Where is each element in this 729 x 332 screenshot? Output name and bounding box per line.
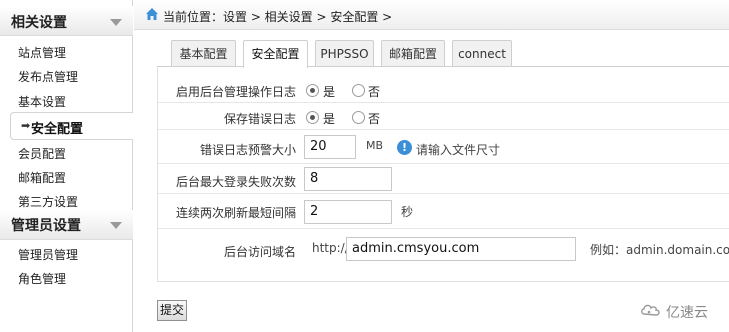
sidebar-item-publish-point[interactable]: 发布点管理	[18, 68, 78, 85]
breadcrumb: 当前位置：设置 > 相关设置 > 安全配置 >	[134, 0, 729, 30]
sidebar-item-label: 安全配置	[31, 122, 84, 137]
sidebar-item-third-party[interactable]: 第三方设置	[18, 193, 78, 210]
errorlog-size-hint: 请输入文件尺寸	[416, 143, 501, 157]
min-refresh-unit: 秒	[401, 205, 414, 219]
sidebar-item-site-management[interactable]: 站点管理	[18, 44, 66, 61]
sidebar-item-admin-management[interactable]: 管理员管理	[18, 246, 78, 263]
error-log-no-radio[interactable]	[352, 111, 365, 124]
error-log-yes-label[interactable]: 是	[323, 110, 335, 127]
form-row-max-login-fail: 后台最大登录失败次数 8	[158, 164, 729, 194]
section-title: 相关设置	[11, 15, 67, 31]
sidebar: 相关设置 站点管理 发布点管理 基本设置 ➡ 安全配置 会员配置 邮箱配置 第三…	[0, 0, 133, 332]
admin-domain-prefix: http://	[312, 241, 349, 255]
errorlog-size-label: 错误日志预警大小	[199, 143, 296, 157]
tab-basic-config[interactable]: 基本配置	[171, 40, 236, 67]
collapse-arrow-icon[interactable]	[110, 222, 122, 229]
min-refresh-label: 连续两次刷新最短间隔	[175, 206, 296, 220]
sidebar-item-basic-settings[interactable]: 基本设置	[18, 93, 66, 110]
sidebar-item-role-management[interactable]: 角色管理	[18, 270, 66, 287]
admin-log-no-label[interactable]: 否	[368, 83, 380, 100]
error-log-yes-radio[interactable]	[306, 111, 319, 124]
admin-log-no-radio[interactable]	[352, 84, 365, 97]
tab-security-config[interactable]: 安全配置	[243, 40, 308, 68]
error-log-label: 保存错误日志	[223, 112, 296, 126]
admin-log-label: 启用后台管理操作日志	[175, 85, 296, 99]
errorlog-size-input[interactable]: 20	[304, 135, 356, 159]
sidebar-item-security-config[interactable]: ➡ 安全配置	[10, 112, 133, 140]
admin-domain-example: 例如：admin.domain.com	[590, 243, 729, 257]
tab-mail-config[interactable]: 邮箱配置	[381, 40, 445, 67]
form-row-errorlog-size: 错误日志预警大小 20 MB ! 请输入文件尺寸	[158, 130, 729, 164]
form-row-admin-domain: 后台访问域名 http:// admin.cmsyou.com 例如：admin…	[158, 229, 729, 269]
max-login-fail-input[interactable]: 8	[304, 167, 392, 191]
security-config-form: 启用后台管理操作日志 是 否 保存错误日志 是 否 错误日志预警大小 20 MB…	[157, 66, 729, 282]
active-arrow-icon: ➡	[21, 119, 31, 132]
max-login-fail-label: 后台最大登录失败次数	[175, 175, 296, 189]
tab-bar: 基本配置 安全配置 PHPSSO 邮箱配置 connect	[134, 30, 729, 68]
collapse-arrow-icon[interactable]	[110, 19, 122, 26]
watermark-text: 亿速云	[666, 305, 708, 321]
error-log-no-label[interactable]: 否	[368, 110, 380, 127]
submit-button[interactable]: 提交	[157, 300, 187, 321]
cloud-logo-icon	[641, 304, 660, 316]
admin-domain-label: 后台访问域名	[223, 245, 296, 259]
section-header-admin-settings[interactable]: 管理员设置	[0, 210, 133, 240]
min-refresh-input[interactable]: 2	[304, 200, 392, 224]
home-icon	[146, 8, 158, 20]
section-header-related-settings[interactable]: 相关设置	[0, 6, 133, 36]
sidebar-item-mail-config[interactable]: 邮箱配置	[18, 169, 66, 186]
admin-log-yes-radio[interactable]	[306, 84, 319, 97]
section-title: 管理员设置	[11, 218, 81, 234]
errorlog-size-unit: MB	[366, 139, 384, 152]
form-row-min-refresh: 连续两次刷新最短间隔 2 秒	[158, 194, 729, 229]
info-icon: !	[397, 140, 412, 155]
tab-connect[interactable]: connect	[452, 40, 512, 67]
watermark: 亿速云	[640, 300, 729, 322]
form-row-error-log: 保存错误日志 是 否	[158, 103, 729, 130]
admin-log-yes-label[interactable]: 是	[323, 83, 335, 100]
breadcrumb-text: 当前位置：设置 > 相关设置 > 安全配置 >	[163, 10, 393, 24]
tab-phpsso[interactable]: PHPSSO	[315, 40, 374, 67]
admin-domain-input[interactable]: admin.cmsyou.com	[346, 237, 576, 261]
sidebar-item-member-config[interactable]: 会员配置	[18, 145, 66, 162]
form-row-admin-log: 启用后台管理操作日志 是 否	[158, 67, 729, 103]
